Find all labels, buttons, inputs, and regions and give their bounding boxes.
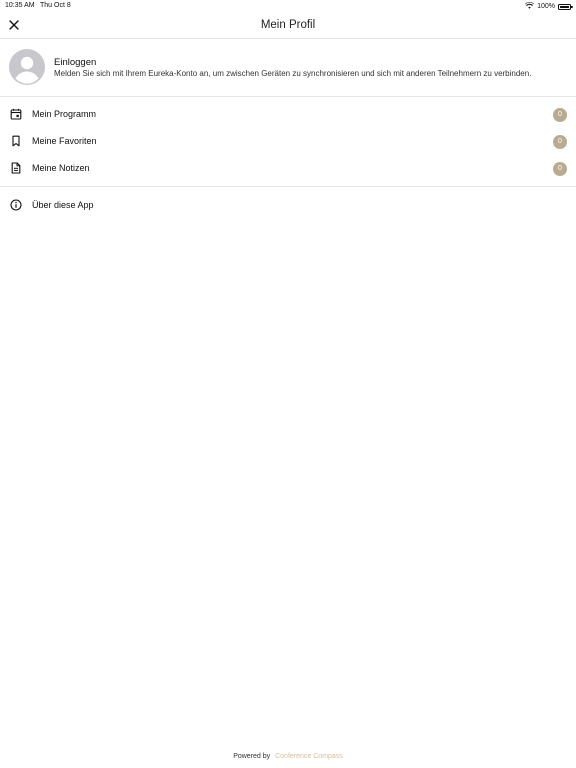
menu-item-favorites[interactable]: Meine Favoriten 0 [0,128,576,155]
menu-item-notes[interactable]: Meine Notizen 0 [0,155,576,182]
menu-item-label: Meine Favoriten [32,136,97,146]
navigation-bar: Mein Profil [0,12,576,39]
menu-item-about[interactable]: Über diese App [0,192,576,219]
note-icon [10,162,22,174]
avatar-placeholder-icon [9,49,45,85]
footer-prefix: Powered by [233,753,271,760]
login-description: Melden Sie sich mit Ihrem Eureka-Konto a… [54,69,532,78]
page-title: Mein Profil [260,19,316,31]
calendar-icon [10,108,22,120]
menu-item-label: Mein Programm [32,109,97,119]
status-time: 10:35 AM [5,2,35,9]
battery-level [560,5,569,8]
footer: Powered by Conference Compass [0,753,576,760]
count-badge: 0 [553,134,567,149]
status-date: Thu Oct 8 [40,2,71,9]
info-icon [10,199,22,211]
menu-item-program[interactable]: Mein Programm 0 [0,101,576,128]
profile-screen: 10:35 AM Thu Oct 8 100% Mein Profil Einl… [0,0,576,768]
divider [0,186,576,187]
menu-item-label: Über diese App [32,200,94,210]
battery-icon [558,3,573,10]
login-title: Einloggen [54,57,97,68]
count-badge: 0 [553,107,567,122]
login-section[interactable]: Einloggen Melden Sie sich mit Ihrem Eure… [0,39,576,97]
count-badge: 0 [553,161,567,176]
menu-item-label: Meine Notizen [32,163,90,173]
status-bar: 10:35 AM Thu Oct 8 100% [0,0,576,12]
battery-percent: 100% [537,3,555,10]
wifi-icon [525,2,535,11]
bookmark-icon [10,135,22,147]
menu-list: Mein Programm 0 Meine Favoriten 0 Meine … [0,101,576,182]
status-right: 100% [525,2,573,11]
footer-link[interactable]: Conference Compass [275,753,343,760]
